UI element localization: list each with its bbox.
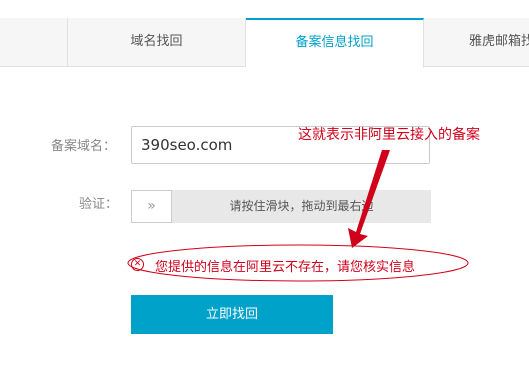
annotation-arrow — [348, 150, 390, 248]
highlight-ellipse — [127, 244, 469, 282]
annotation-note: 这就表示非阿里云接入的备案 — [298, 127, 480, 143]
annotation-overlay — [127, 150, 469, 282]
